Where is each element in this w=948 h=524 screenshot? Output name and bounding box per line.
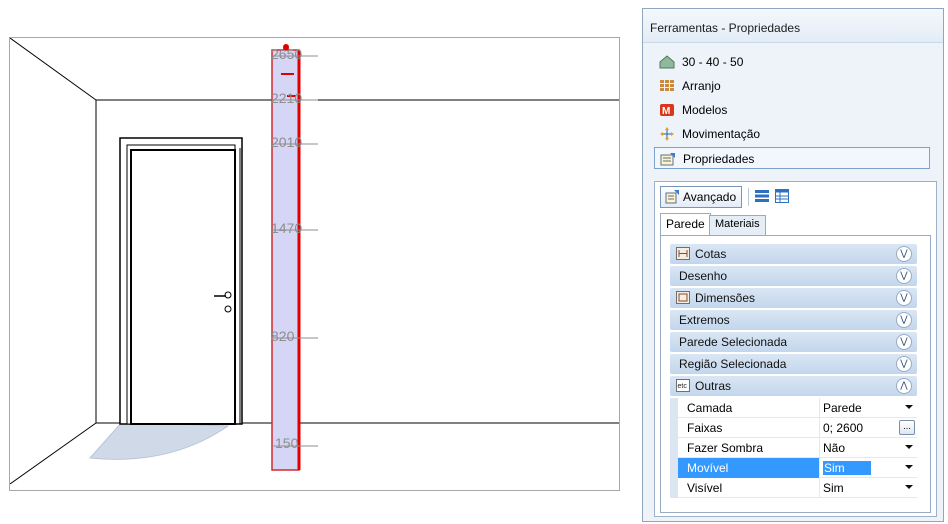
chevron-down-icon[interactable]: ⋁ <box>896 334 912 350</box>
property-name: Visível <box>670 478 819 498</box>
nav-item-label: 30 - 40 - 50 <box>682 55 744 69</box>
group-outras[interactable]: etc Outras ⋀ <box>670 376 917 396</box>
properties-box: Avançado Parede Materiais Cotas ⋁ Desenh… <box>654 181 937 517</box>
property-name: Movível <box>670 458 819 478</box>
chevron-up-icon[interactable]: ⋀ <box>896 378 912 394</box>
table-view-icon[interactable] <box>775 189 789 203</box>
advanced-button-label: Avançado <box>683 190 737 204</box>
dimensions-box-icon <box>676 291 690 304</box>
nav-item-30-40-50[interactable]: 30 - 40 - 50 <box>654 51 930 73</box>
nav-item-movimentacao[interactable]: Movimentação <box>654 123 930 145</box>
nav-item-label: Propriedades <box>683 152 755 166</box>
ceiling-edge-left <box>10 38 97 101</box>
group-label: Região Selecionada <box>679 357 787 371</box>
tab-content: Cotas ⋁ Desenho ⋁ Dimensões ⋁ Extremos ⋁… <box>660 235 931 513</box>
property-row-faixas[interactable]: Faixas 0; 2600 ... <box>670 418 917 438</box>
group-desenho[interactable]: Desenho ⋁ <box>670 266 917 286</box>
property-row-visivel[interactable]: Visível Sim <box>670 478 917 498</box>
dim-label: 2650 <box>271 46 302 62</box>
group-label: Dimensões <box>695 291 756 305</box>
3d-viewport[interactable]: 2650 2210 2010 1470 820 150 <box>9 37 620 491</box>
property-name: Faixas <box>670 418 819 438</box>
group-label: Desenho <box>679 269 728 283</box>
property-value-field[interactable]: 0; 2600 ... <box>819 418 917 438</box>
models-icon: M <box>660 104 674 117</box>
dim-label: 150 <box>275 435 299 451</box>
group-label: Extremos <box>679 313 730 327</box>
dropdown-arrow-icon[interactable] <box>905 465 913 469</box>
property-value: Parede <box>823 401 862 415</box>
svg-text:etc: etc <box>678 383 688 390</box>
property-value: Não <box>823 441 846 455</box>
chevron-down-icon[interactable]: ⋁ <box>896 246 912 262</box>
dropdown-arrow-icon[interactable] <box>905 485 913 489</box>
group-label: Parede Selecionada <box>679 335 788 349</box>
property-name: Camada <box>670 398 819 418</box>
categorized-view-icon[interactable] <box>755 189 769 203</box>
chevron-down-icon[interactable]: ⋁ <box>896 312 912 328</box>
tools-properties-panel: Ferramentas - Propriedades 30 - 40 - 50 … <box>642 8 944 522</box>
nav-item-label: Modelos <box>682 103 728 117</box>
property-value: Sim <box>823 461 871 475</box>
property-value-dropdown[interactable]: Não <box>819 438 917 458</box>
group-label: Outras <box>695 379 732 393</box>
grid-arrange-icon <box>660 80 674 91</box>
property-value-dropdown[interactable]: Sim <box>819 458 917 478</box>
property-value: 0; 2600 <box>823 421 864 435</box>
door-leaf <box>130 149 236 425</box>
tab-materiais[interactable]: Materiais <box>709 215 766 235</box>
property-value-dropdown[interactable]: Parede <box>819 398 917 418</box>
chevron-down-icon[interactable]: ⋁ <box>896 356 912 372</box>
nav-item-label: Arranjo <box>682 79 721 93</box>
house-icon <box>659 55 675 69</box>
dim-label: 820 <box>271 328 295 344</box>
door-swing-arc <box>88 421 230 460</box>
svg-text:M: M <box>662 106 670 117</box>
advanced-button[interactable]: Avançado <box>660 186 742 208</box>
dim-label: 1470 <box>271 220 302 236</box>
dim-label: 2010 <box>271 134 302 150</box>
panel-title: Ferramentas - Propriedades <box>643 9 943 43</box>
dim-label: 2210 <box>271 90 302 106</box>
property-name: Fazer Sombra <box>670 438 819 458</box>
dropdown-arrow-icon[interactable] <box>905 405 913 409</box>
properties-icon <box>660 153 675 166</box>
nav-item-modelos[interactable]: M Modelos <box>654 99 930 121</box>
group-extremos[interactable]: Extremos ⋁ <box>670 310 917 330</box>
toolbar-separator <box>748 188 749 206</box>
chevron-down-icon[interactable]: ⋁ <box>896 268 912 284</box>
group-parede-selecionada[interactable]: Parede Selecionada ⋁ <box>670 332 917 352</box>
group-cotas[interactable]: Cotas ⋁ <box>670 244 917 264</box>
property-row-movivel[interactable]: Movível Sim <box>670 458 917 478</box>
nav-item-label: Movimentação <box>682 127 761 141</box>
group-regiao-selecionada[interactable]: Região Selecionada ⋁ <box>670 354 917 374</box>
group-dimensoes[interactable]: Dimensões ⋁ <box>670 288 917 308</box>
nav-item-arranjo[interactable]: Arranjo <box>654 75 930 97</box>
property-value-dropdown[interactable]: Sim <box>819 478 917 498</box>
etc-icon: etc <box>676 379 690 392</box>
property-value: Sim <box>823 481 844 495</box>
move-arrows-icon <box>660 127 674 141</box>
tab-parede[interactable]: Parede <box>660 213 711 236</box>
advanced-properties-icon <box>665 190 679 204</box>
floor-edge-left <box>10 422 97 485</box>
ellipsis-button[interactable]: ... <box>899 420 915 435</box>
chevron-down-icon[interactable]: ⋁ <box>896 290 912 306</box>
room-drawing: 2650 2210 2010 1470 820 150 <box>10 38 619 485</box>
dimension-icon <box>676 247 690 260</box>
nav-item-propriedades[interactable]: Propriedades <box>654 147 930 169</box>
dropdown-arrow-icon[interactable] <box>905 445 913 449</box>
property-row-camada[interactable]: Camada Parede <box>670 398 917 418</box>
group-label: Cotas <box>695 247 727 261</box>
property-row-fazer-sombra[interactable]: Fazer Sombra Não <box>670 438 917 458</box>
selected-wall <box>271 49 300 471</box>
